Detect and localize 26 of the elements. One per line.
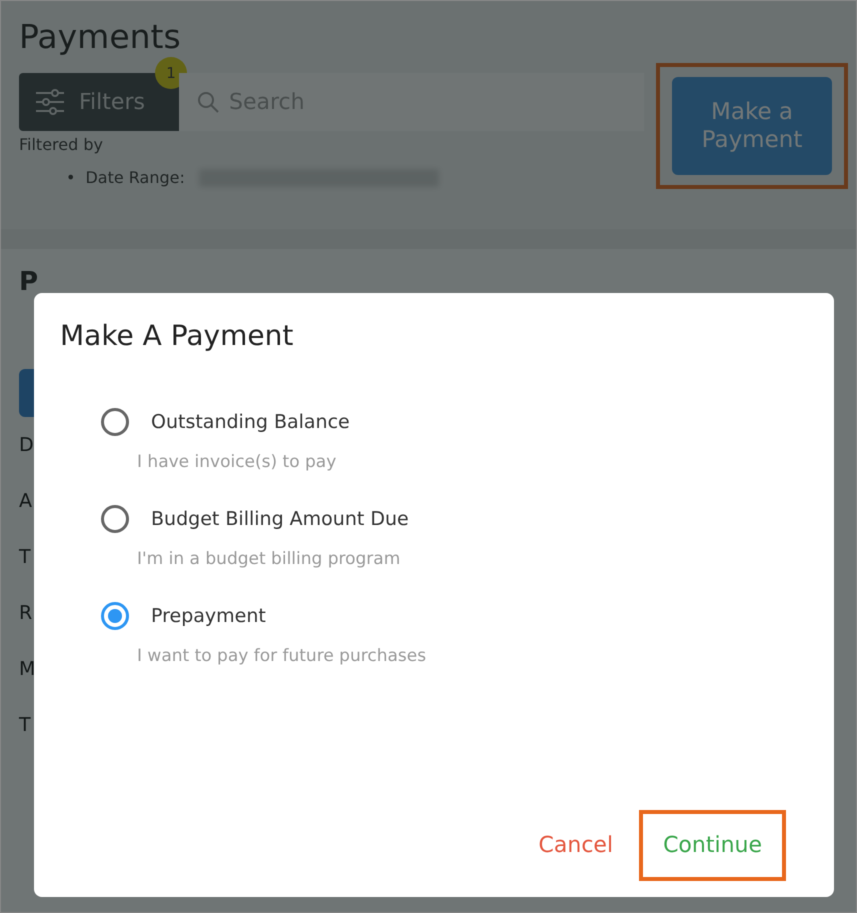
row-label: A: [19, 489, 32, 514]
row-label: T: [19, 545, 32, 570]
continue-button[interactable]: Continue: [657, 832, 768, 859]
option-description: I want to pay for future purchases: [137, 646, 428, 666]
filter-item: Date Range:: [85, 168, 185, 187]
row-label: R: [19, 601, 32, 626]
option-label: Prepayment: [151, 605, 266, 627]
filtered-by-label: Filtered by: [19, 135, 104, 154]
bullet: •: [66, 168, 76, 187]
cancel-button[interactable]: Cancel: [532, 832, 620, 859]
option-label: Outstanding Balance: [151, 411, 350, 433]
page-title: Payments: [19, 16, 182, 58]
dialog-title: Make A Payment: [60, 319, 294, 352]
option-label: Budget Billing Amount Due: [151, 508, 409, 530]
radio-button[interactable]: [101, 505, 129, 533]
option-description: I'm in a budget billing program: [137, 549, 402, 569]
make-payment-button[interactable]: Make a Payment: [672, 77, 832, 175]
panel-title: P: [19, 267, 40, 297]
row-label: M: [19, 657, 32, 682]
row-label: D: [19, 433, 32, 458]
radio-button[interactable]: [101, 602, 129, 630]
search-icon: [197, 91, 219, 113]
option-description: I have invoice(s) to pay: [137, 452, 338, 472]
radio-button[interactable]: [101, 408, 129, 436]
sliders-icon: [35, 89, 65, 115]
row-label: T: [19, 713, 32, 738]
